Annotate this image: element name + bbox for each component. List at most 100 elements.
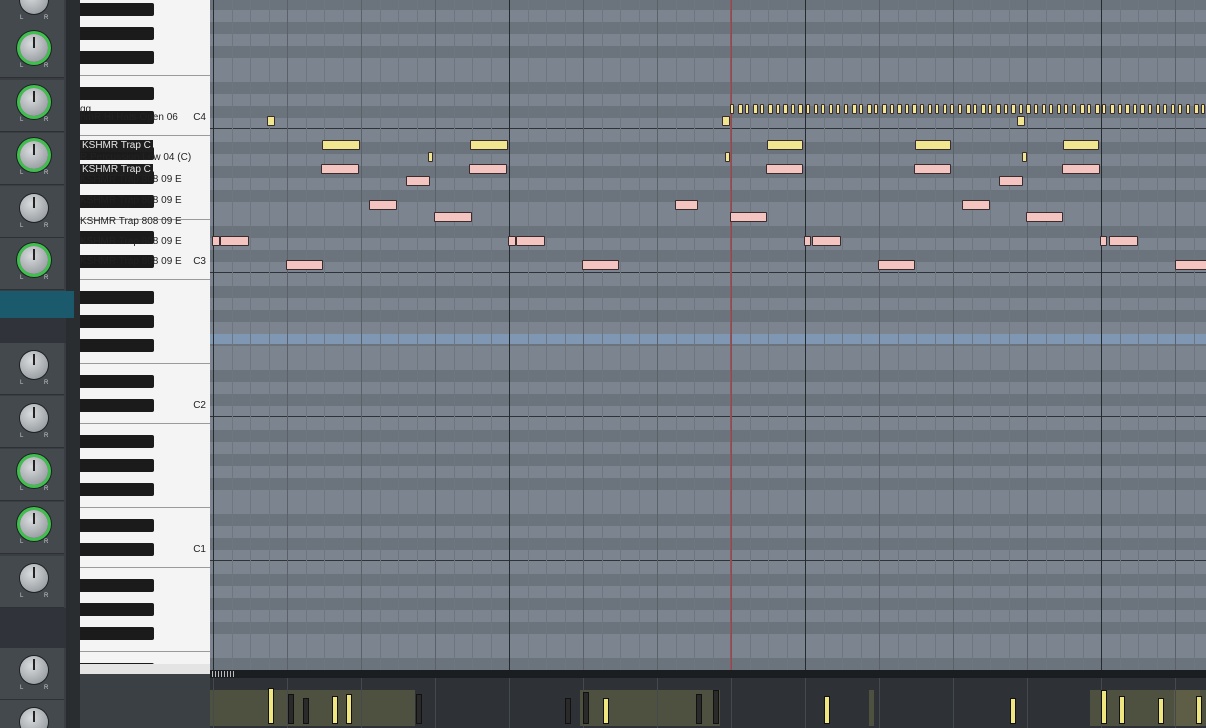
midi-note[interactable] (470, 140, 508, 150)
midi-note-hihat[interactable] (836, 104, 840, 114)
midi-note-hihat[interactable] (844, 104, 848, 114)
velocity-bar[interactable] (1119, 696, 1125, 724)
velocity-lane[interactable] (210, 670, 1206, 728)
black-key[interactable] (80, 399, 154, 412)
midi-note-hihat[interactable] (935, 104, 939, 114)
piano-keyboard[interactable]: qq hmR Hi Hats Open 06 C4 KSHMR Trap CR Per… (80, 0, 210, 670)
knob-icon[interactable] (20, 564, 48, 592)
midi-note-hihat[interactable] (1049, 104, 1053, 114)
black-key[interactable] (80, 579, 154, 592)
selected-channel-highlight[interactable] (0, 291, 74, 318)
velocity-bar[interactable] (713, 690, 719, 724)
black-key[interactable] (80, 627, 154, 640)
midi-note-hihat[interactable] (1042, 104, 1046, 114)
midi-note-hihat[interactable] (791, 104, 795, 114)
midi-note-hihat[interactable] (1140, 104, 1145, 114)
velocity-bar[interactable] (303, 698, 309, 724)
knob-icon[interactable] (20, 656, 48, 684)
midi-note-hihat[interactable] (1133, 104, 1137, 114)
black-key[interactable] (80, 543, 154, 556)
midi-note[interactable] (428, 152, 433, 162)
midi-note-hihat[interactable] (1178, 104, 1182, 114)
midi-note-hihat[interactable] (859, 104, 863, 114)
midi-note-hihat[interactable] (753, 104, 758, 114)
midi-note-hihat[interactable] (867, 104, 872, 114)
knob-icon[interactable] (20, 351, 48, 379)
midi-note-hihat[interactable] (768, 104, 773, 114)
midi-note-hihat[interactable] (1118, 104, 1122, 114)
velocity-bar[interactable] (268, 688, 274, 724)
midi-note-hihat[interactable] (852, 104, 857, 114)
piano-roll-grid[interactable] (210, 0, 1206, 670)
black-key[interactable] (80, 339, 154, 352)
velocity-bar[interactable] (583, 692, 589, 724)
midi-note[interactable] (1017, 116, 1025, 126)
velocity-bar[interactable] (1010, 698, 1016, 724)
knob-icon[interactable] (20, 194, 48, 222)
midi-note-hihat[interactable] (1080, 104, 1085, 114)
midi-note[interactable] (369, 200, 397, 210)
midi-note[interactable] (267, 116, 275, 126)
midi-note-hihat[interactable] (890, 104, 894, 114)
velocity-bar[interactable] (824, 696, 830, 724)
velocity-bar[interactable] (1158, 698, 1164, 724)
midi-note-hihat[interactable] (1087, 104, 1091, 114)
midi-note-hihat[interactable] (897, 104, 902, 114)
midi-note[interactable] (1026, 212, 1063, 222)
midi-note-hihat[interactable] (905, 104, 909, 114)
midi-note-hihat[interactable] (814, 104, 818, 114)
midi-note[interactable] (915, 140, 951, 150)
midi-note-hihat[interactable] (1034, 104, 1038, 114)
midi-note[interactable] (914, 164, 951, 174)
midi-note-hihat[interactable] (981, 104, 986, 114)
black-key[interactable] (80, 51, 154, 64)
midi-note-hihat[interactable] (776, 104, 780, 114)
knob-icon[interactable] (20, 141, 48, 169)
knob-icon[interactable] (20, 404, 48, 432)
midi-note-hihat[interactable] (783, 104, 788, 114)
midi-note[interactable] (286, 260, 323, 270)
midi-note-hihat[interactable] (738, 104, 743, 114)
midi-note[interactable] (1109, 236, 1138, 246)
velocity-bar[interactable] (346, 694, 352, 724)
velocity-bar[interactable] (603, 698, 609, 724)
midi-note[interactable] (1175, 260, 1206, 270)
midi-note[interactable] (766, 164, 803, 174)
midi-note[interactable] (999, 176, 1023, 186)
midi-note-hihat[interactable] (1125, 104, 1130, 114)
knob-icon[interactable] (20, 708, 48, 728)
midi-note[interactable] (212, 236, 220, 246)
midi-note-hihat[interactable] (1057, 104, 1061, 114)
midi-note-hihat[interactable] (1011, 104, 1016, 114)
midi-note[interactable] (812, 236, 841, 246)
midi-note-hihat[interactable] (950, 104, 954, 114)
midi-note[interactable] (804, 236, 811, 246)
midi-note[interactable] (508, 236, 516, 246)
velocity-bar[interactable] (696, 694, 702, 724)
midi-note-hihat[interactable] (730, 104, 734, 114)
midi-note-hihat[interactable] (1019, 104, 1023, 114)
midi-note-hihat[interactable] (988, 104, 992, 114)
midi-note-hihat[interactable] (912, 104, 917, 114)
black-key[interactable] (80, 603, 154, 616)
velocity-bar[interactable] (416, 694, 422, 724)
midi-note-hihat[interactable] (874, 104, 878, 114)
black-key[interactable] (80, 483, 154, 496)
black-key[interactable] (80, 519, 154, 532)
midi-note[interactable] (1022, 152, 1027, 162)
midi-note[interactable] (1100, 236, 1107, 246)
midi-note[interactable] (220, 236, 249, 246)
midi-note-hihat[interactable] (1004, 104, 1008, 114)
midi-note[interactable] (321, 164, 359, 174)
midi-note-hihat[interactable] (760, 104, 764, 114)
midi-note-hihat[interactable] (920, 104, 924, 114)
lane-divider[interactable] (210, 670, 1206, 678)
black-key[interactable] (80, 27, 154, 40)
midi-note[interactable] (434, 212, 472, 222)
midi-note-hihat[interactable] (745, 104, 749, 114)
knob-icon[interactable] (20, 34, 48, 62)
midi-note-hihat[interactable] (821, 104, 825, 114)
knob-icon[interactable] (20, 0, 48, 14)
black-key[interactable] (80, 459, 154, 472)
midi-note[interactable] (582, 260, 619, 270)
